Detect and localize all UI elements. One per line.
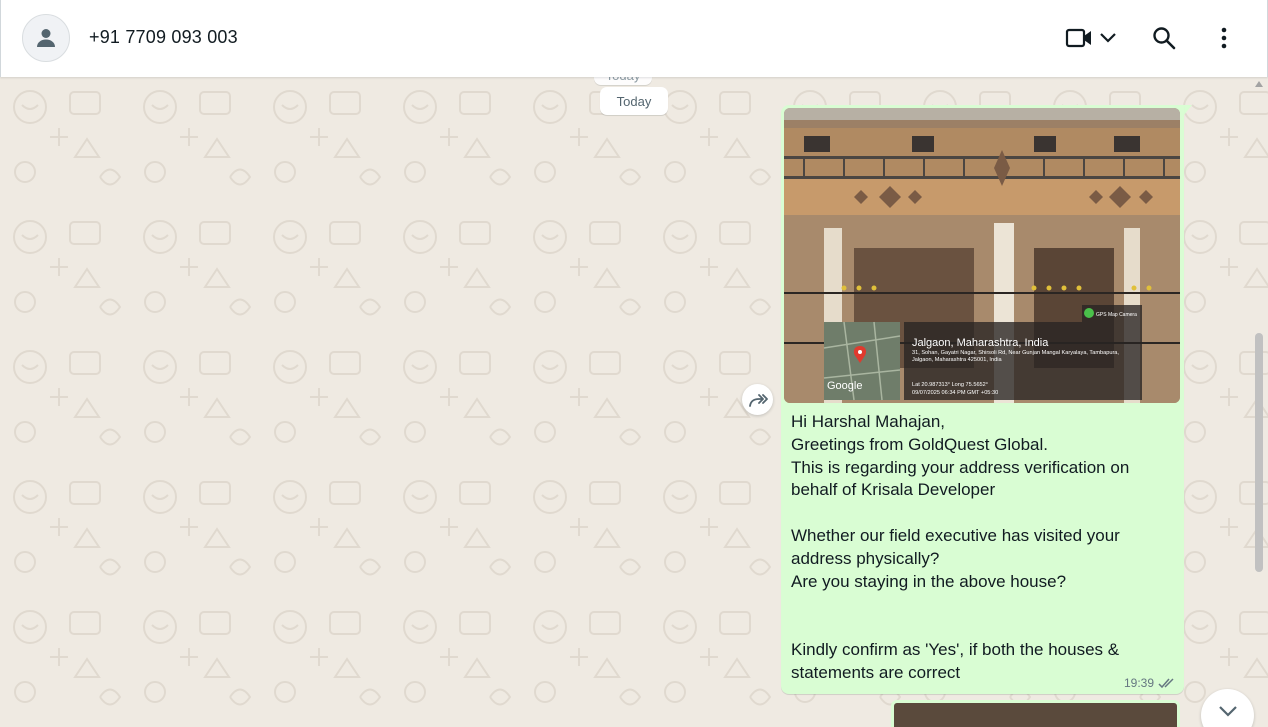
outgoing-message[interactable]: Google GPS Map Camera Jalgaon, Maharasht… xyxy=(781,105,1184,694)
forward-button[interactable] xyxy=(742,384,773,415)
photo-address: 31, Sohan, Gayatri Nagar, Shirsoli Rd, N… xyxy=(912,350,1119,363)
chat-header: +91 7709 093 003 xyxy=(0,0,1268,77)
contact-avatar[interactable] xyxy=(22,14,70,62)
message-time: 19:39 xyxy=(1123,676,1154,690)
search-icon xyxy=(1153,27,1176,50)
date-chip-scrolled: Today xyxy=(594,77,652,85)
photo-coords: Lat 20.987313° Long 75.5652° xyxy=(912,382,988,388)
date-chip: Today xyxy=(600,87,668,115)
photo-map-brand: Google xyxy=(827,380,862,392)
chat-panel: Today Today xyxy=(0,77,1268,727)
message-text: Hi Harshal Mahajan, Greetings from GoldQ… xyxy=(791,411,1176,685)
video-call-icon xyxy=(1065,28,1091,48)
scroll-up-arrow-icon[interactable] xyxy=(1255,81,1263,87)
chat-scrollbar[interactable] xyxy=(1252,77,1266,727)
contact-name[interactable]: +91 7709 093 003 xyxy=(89,27,238,48)
photo-app-name: GPS Map Camera xyxy=(1096,312,1137,318)
message-line xyxy=(791,593,1176,616)
menu-button[interactable] xyxy=(1206,20,1242,56)
message-line: Whether our field executive has visited … xyxy=(791,525,1125,568)
search-button[interactable] xyxy=(1146,20,1182,56)
message-line: Are you staying in the above house? xyxy=(791,571,1067,591)
message-line: Kindly confirm as 'Yes', if both the hou… xyxy=(791,639,1124,682)
chevron-down-icon xyxy=(1218,706,1237,717)
message-line: Hi Harshal Mahajan, xyxy=(791,412,946,431)
chevron-down-icon xyxy=(1100,33,1116,43)
default-avatar-icon xyxy=(37,29,55,47)
message-line xyxy=(791,616,1176,639)
bubble-tail xyxy=(1184,105,1192,115)
photo-place: Jalgaon, Maharashtra, India xyxy=(912,337,1049,349)
message-line xyxy=(791,502,1176,525)
forward-icon xyxy=(748,393,768,407)
read-ticks-icon xyxy=(1158,678,1174,689)
next-message-photo[interactable] xyxy=(891,700,1180,727)
photo-timestamp: 09/07/2025 06:34 PM GMT +05:30 xyxy=(912,390,998,396)
scrollbar-thumb[interactable] xyxy=(1255,333,1263,572)
house-photo: Google GPS Map Camera Jalgaon, Maharasht… xyxy=(784,108,1180,403)
message-photo[interactable]: Google GPS Map Camera Jalgaon, Maharasht… xyxy=(784,108,1180,403)
menu-icon xyxy=(1221,27,1227,49)
video-call-button[interactable] xyxy=(1061,20,1123,56)
message-line: Greetings from GoldQuest Global. xyxy=(791,434,1049,454)
message-line: This is regarding your address verificat… xyxy=(791,457,1135,500)
